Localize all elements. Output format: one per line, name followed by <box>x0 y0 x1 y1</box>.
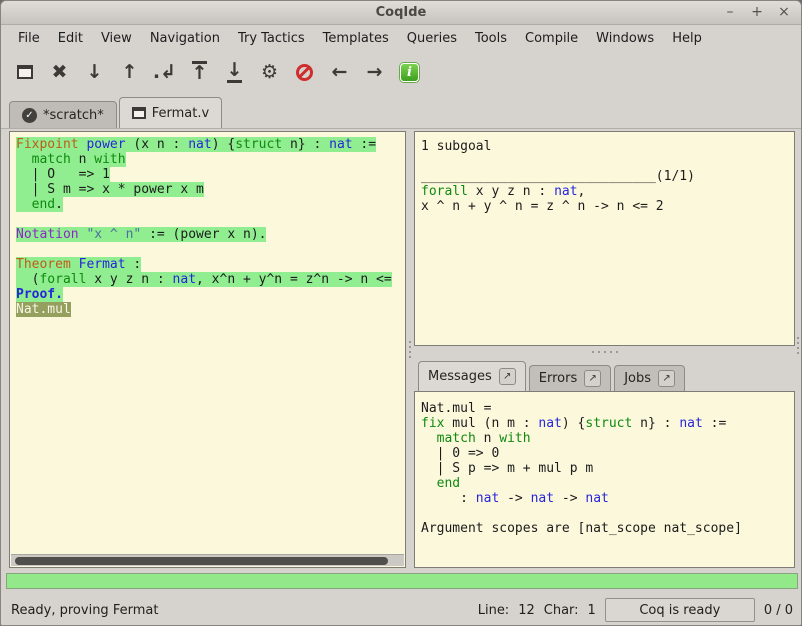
code-line: fix mul (n m : nat) {struct n} : nat := <box>421 416 794 431</box>
code-line: forall x y z n : nat, <box>421 184 794 199</box>
code-line: match n with <box>16 152 405 167</box>
menu-edit[interactable]: Edit <box>49 28 92 49</box>
tab-label: Jobs <box>624 371 651 386</box>
code-line: (forall x y z n : nat, x^n + y^n = z^n -… <box>16 272 405 287</box>
menu-queries[interactable]: Queries <box>398 28 466 49</box>
about-icon[interactable]: i <box>394 57 425 88</box>
splitter-handle-dots <box>409 341 411 358</box>
window-controls: – + × <box>723 4 791 20</box>
messages-pane: Nat.mul =fix mul (n m : nat) {struct n} … <box>414 391 795 568</box>
window-titlebar[interactable]: CoqIde – + × <box>1 1 801 25</box>
tab-scratch[interactable]: ✓ *scratch* <box>9 101 117 128</box>
code-line: match n with <box>421 431 794 446</box>
char-label: Char: <box>544 603 579 618</box>
statusbar: Ready, proving Fermat Line: 12 Char: 1 C… <box>1 593 801 626</box>
check-circle-icon: ✓ <box>22 108 37 123</box>
line-label: Line: <box>478 603 509 618</box>
back-icon[interactable]: ← <box>324 57 355 88</box>
coq-status-box: Coq is ready <box>605 598 755 622</box>
goto-end-icon[interactable]: ↓ <box>219 57 250 88</box>
menu-help[interactable]: Help <box>663 28 711 49</box>
char-value: 1 <box>588 603 596 618</box>
code-line: | 0 => 0 <box>421 446 794 461</box>
code-line: end <box>421 476 794 491</box>
messages-code: Nat.mul =fix mul (n m : nat) {struct n} … <box>415 392 794 536</box>
close-doc-icon[interactable]: ✖ <box>44 57 75 88</box>
window-title: CoqIde <box>1 5 801 20</box>
code-line: Proof. <box>16 287 405 302</box>
progress-gauge <box>6 573 798 589</box>
detach-button[interactable]: ↗ <box>584 370 601 387</box>
new-window-icon[interactable] <box>9 57 40 88</box>
horizontal-splitter[interactable] <box>414 346 795 358</box>
menu-navigation[interactable]: Navigation <box>141 28 229 49</box>
goto-cursor-icon[interactable]: .↲ <box>149 57 180 88</box>
tab-messages[interactable]: Messages ↗ <box>418 361 526 391</box>
document-icon <box>132 107 146 119</box>
code-line: Fixpoint power (x n : nat) {struct n} : … <box>16 137 405 152</box>
tabstrip: ✓ *scratch* Fermat.v <box>1 93 801 129</box>
step-backward-icon[interactable]: ↑ <box>114 57 145 88</box>
tab-errors[interactable]: Errors ↗ <box>529 365 611 391</box>
code-line: Argument scopes are [nat_scope nat_scope… <box>421 521 794 536</box>
menu-windows[interactable]: Windows <box>587 28 663 49</box>
tab-label: Errors <box>539 371 577 386</box>
tab-jobs[interactable]: Jobs ↗ <box>614 365 685 391</box>
code-line <box>16 242 405 257</box>
code-line: | S p => m + mul p m <box>421 461 794 476</box>
code-line: Theorem Fermat : <box>16 257 405 272</box>
messages-tabstrip: Messages ↗ Errors ↗ Jobs ↗ <box>414 358 795 391</box>
tab-label: Fermat.v <box>152 106 209 121</box>
restart-icon[interactable]: ↑ <box>184 57 215 88</box>
proof-counter: 0 / 0 <box>764 603 793 618</box>
menu-file[interactable]: File <box>9 28 49 49</box>
tab-label: Messages <box>428 369 492 384</box>
forward-icon[interactable]: → <box>359 57 390 88</box>
code-line <box>16 212 405 227</box>
menu-compile[interactable]: Compile <box>516 28 587 49</box>
code-line: Notation "x ^ n" := (power x n). <box>16 227 405 242</box>
status-ready-text: Ready, proving Fermat <box>11 603 158 618</box>
coq-status-text: Coq is ready <box>639 603 720 618</box>
editor-code[interactable]: Fixpoint power (x n : nat) {struct n} : … <box>10 132 405 553</box>
code-line <box>421 154 794 169</box>
paned-handle-dots[interactable] <box>797 337 799 354</box>
code-line: end. <box>16 197 405 212</box>
minimize-button[interactable]: – <box>723 4 737 20</box>
code-line: | S m => x * power x m <box>16 182 405 197</box>
code-line: | O => 1 <box>16 167 405 182</box>
code-line: 1 subgoal <box>421 139 794 154</box>
maximize-button[interactable]: + <box>750 4 764 20</box>
code-line: : nat -> nat -> nat <box>421 491 794 506</box>
menu-templates[interactable]: Templates <box>314 28 398 49</box>
coqide-window: CoqIde – + × FileEditViewNavigationTry T… <box>0 0 802 626</box>
close-button[interactable]: × <box>777 4 791 20</box>
code-line: Nat.mul = <box>421 401 794 416</box>
vertical-splitter[interactable] <box>406 131 414 568</box>
menubar: FileEditViewNavigationTry TacticsTemplat… <box>1 26 801 51</box>
goals-pane: 1 subgoal ______________________________… <box>414 131 795 346</box>
interrupt-icon[interactable] <box>289 57 320 88</box>
splitter-handle-dots <box>592 351 618 353</box>
code-line: ______________________________(1/1) <box>421 169 794 184</box>
tab-fermat-v[interactable]: Fermat.v <box>119 97 222 128</box>
detach-button[interactable]: ↗ <box>658 370 675 387</box>
step-forward-icon[interactable]: ↓ <box>79 57 110 88</box>
tab-label: *scratch* <box>43 108 104 123</box>
h-scrollbar-thumb[interactable] <box>15 557 388 565</box>
goals-code: 1 subgoal ______________________________… <box>415 132 794 214</box>
menu-try-tactics[interactable]: Try Tactics <box>229 28 314 49</box>
editor-pane[interactable]: Fixpoint power (x n : nat) {struct n} : … <box>9 131 406 568</box>
h-scrollbar[interactable] <box>11 554 404 566</box>
toolbar: ✖↓↑.↲↑↓⚙←→i <box>1 51 801 93</box>
menu-tools[interactable]: Tools <box>466 28 516 49</box>
menu-view[interactable]: View <box>92 28 141 49</box>
code-line: x ^ n + y ^ n = z ^ n -> n <= 2 <box>421 199 794 214</box>
detach-button[interactable]: ↗ <box>499 368 516 385</box>
status-right-cluster: Line: 12 Char: 1 Coq is ready 0 / 0 <box>478 597 793 623</box>
line-value: 12 <box>518 603 535 618</box>
code-line <box>421 506 794 521</box>
settings-icon[interactable]: ⚙ <box>254 57 285 88</box>
code-line: Nat.mul <box>16 302 405 317</box>
